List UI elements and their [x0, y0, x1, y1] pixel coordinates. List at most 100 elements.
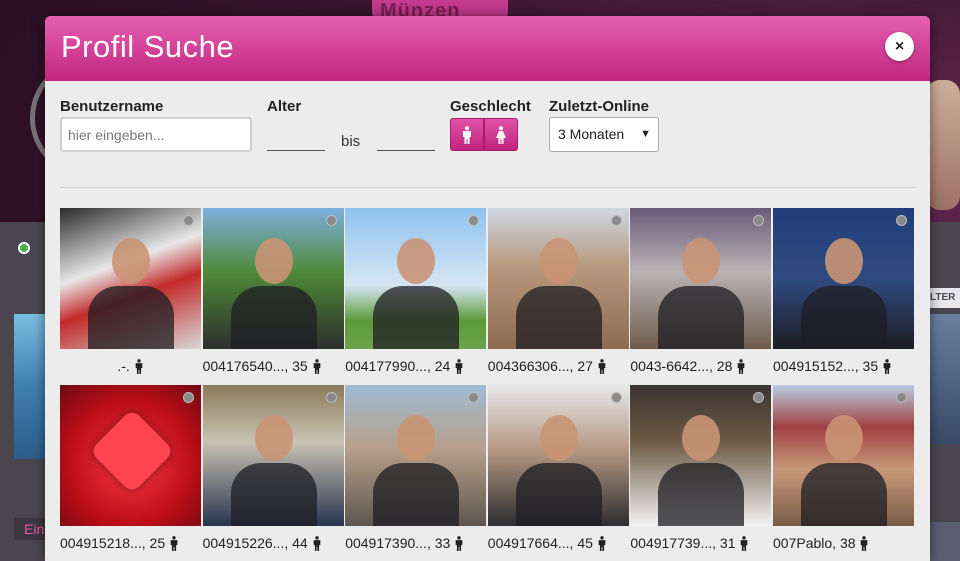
- male-icon: [455, 536, 463, 551]
- profile-caption: 004917664..., 45: [488, 526, 629, 560]
- profile-caption: 004917739..., 31: [630, 526, 771, 560]
- offline-status-icon: [610, 392, 622, 403]
- male-icon: [598, 359, 606, 374]
- modal-header: Profil Suche ×: [45, 16, 930, 81]
- profile-card[interactable]: 004366306..., 27: [487, 208, 629, 383]
- offline-status-icon: [183, 215, 194, 226]
- profile-photo[interactable]: [345, 385, 487, 526]
- person-head: [539, 238, 578, 284]
- profile-username[interactable]: 004917739...: [630, 535, 712, 551]
- person-body: [230, 286, 317, 349]
- male-icon: [313, 536, 320, 551]
- profile-photo[interactable]: [345, 208, 487, 349]
- profile-photo[interactable]: [202, 385, 344, 526]
- profile-photo[interactable]: [630, 385, 772, 526]
- female-icon: [496, 126, 506, 144]
- profile-card[interactable]: 007Pablo, 38: [773, 385, 914, 560]
- background-right-image: [930, 314, 960, 444]
- username-input[interactable]: [60, 117, 252, 152]
- profile-username[interactable]: .-.: [117, 358, 129, 374]
- profile-username[interactable]: 004915218...: [60, 535, 142, 551]
- profile-card[interactable]: 004177990..., 24: [345, 208, 487, 383]
- person-head: [682, 415, 721, 461]
- background-profile-image: [14, 314, 46, 459]
- gender-female-button[interactable]: [484, 118, 518, 151]
- offline-status-icon: [183, 392, 194, 403]
- offline-status-icon: [753, 392, 765, 403]
- last-online-select[interactable]: 3 Monaten ▼: [549, 117, 659, 152]
- person-head: [682, 238, 721, 284]
- profile-username[interactable]: 004917390...: [345, 535, 427, 551]
- profile-photo[interactable]: [630, 208, 772, 349]
- person-body: [515, 463, 602, 526]
- profile-age: , 33: [426, 535, 451, 551]
- profile-photo[interactable]: [202, 208, 344, 349]
- modal-title: Profil Suche: [61, 29, 235, 64]
- offline-status-icon: [325, 215, 337, 226]
- person-head: [397, 415, 436, 461]
- profile-username[interactable]: 004176540...: [203, 358, 285, 374]
- profile-username[interactable]: 004917664...: [488, 535, 570, 551]
- person-body: [658, 286, 745, 349]
- person-body: [230, 463, 317, 526]
- profile-age: , 31: [712, 535, 736, 551]
- profile-card[interactable]: 004176540..., 35: [202, 208, 344, 383]
- offline-status-icon: [325, 392, 337, 403]
- offline-status-icon: [468, 392, 480, 403]
- male-icon: [135, 359, 143, 374]
- gender-label: Geschlecht: [450, 98, 531, 115]
- profile-caption: 004915152..., 35: [773, 349, 914, 383]
- male-icon: [741, 536, 748, 551]
- profile-age: , 38: [832, 535, 856, 551]
- profile-photo[interactable]: [487, 385, 629, 526]
- age-from-input[interactable]: [267, 129, 325, 151]
- divider: [60, 187, 915, 188]
- profile-username[interactable]: 007Pablo: [773, 535, 832, 551]
- profile-card[interactable]: 004917739..., 31: [630, 385, 772, 560]
- profile-card[interactable]: 004917664..., 45: [487, 385, 629, 560]
- profile-caption: 004177990..., 24: [345, 349, 486, 383]
- profile-card[interactable]: 004915218..., 25: [60, 385, 201, 560]
- profile-photo[interactable]: [487, 208, 629, 349]
- profile-username[interactable]: 0043-6642...: [630, 358, 709, 374]
- background-right-panel: LTER: [930, 222, 960, 561]
- profile-username[interactable]: 004366306...: [488, 358, 570, 374]
- gender-male-button[interactable]: [450, 118, 484, 151]
- person-body: [801, 286, 887, 349]
- offline-status-icon: [753, 215, 765, 226]
- person-body: [88, 286, 174, 349]
- profile-card[interactable]: 0043-6642..., 28: [630, 208, 772, 383]
- person-head: [254, 238, 293, 284]
- profile-photo[interactable]: [773, 208, 914, 349]
- profile-caption: 004915218..., 25: [60, 526, 201, 560]
- profile-username[interactable]: 004177990...: [345, 358, 427, 374]
- profile-card[interactable]: 004915152..., 35: [773, 208, 914, 383]
- person-body: [801, 463, 887, 526]
- profile-age: , 25: [141, 535, 166, 551]
- profile-photo[interactable]: [773, 385, 914, 526]
- profile-photo[interactable]: [60, 208, 201, 349]
- age-to-input[interactable]: [377, 129, 435, 151]
- person-body: [373, 286, 460, 349]
- person-head: [112, 238, 150, 284]
- profile-caption: 004176540..., 35: [203, 349, 344, 383]
- profile-card[interactable]: 004917390..., 33: [345, 385, 487, 560]
- profile-caption: 004915226..., 44: [203, 526, 344, 560]
- male-icon: [861, 536, 868, 551]
- background-statue-image: [926, 80, 960, 210]
- male-icon: [737, 359, 745, 374]
- profile-username[interactable]: 004915226...: [203, 535, 285, 551]
- close-button[interactable]: ×: [885, 32, 914, 61]
- offline-status-icon: [610, 215, 622, 226]
- profile-photo[interactable]: [60, 385, 201, 526]
- male-icon: [170, 536, 178, 551]
- male-icon: [463, 126, 471, 144]
- person-head: [825, 415, 863, 461]
- chevron-down-icon: ▼: [640, 128, 651, 140]
- profile-age: , 45: [569, 535, 593, 551]
- profile-card[interactable]: 004915226..., 44: [202, 385, 344, 560]
- male-icon: [883, 359, 891, 374]
- profile-username[interactable]: 004915152...: [773, 358, 855, 374]
- profile-card[interactable]: .-.: [60, 208, 201, 383]
- person-head: [254, 415, 293, 461]
